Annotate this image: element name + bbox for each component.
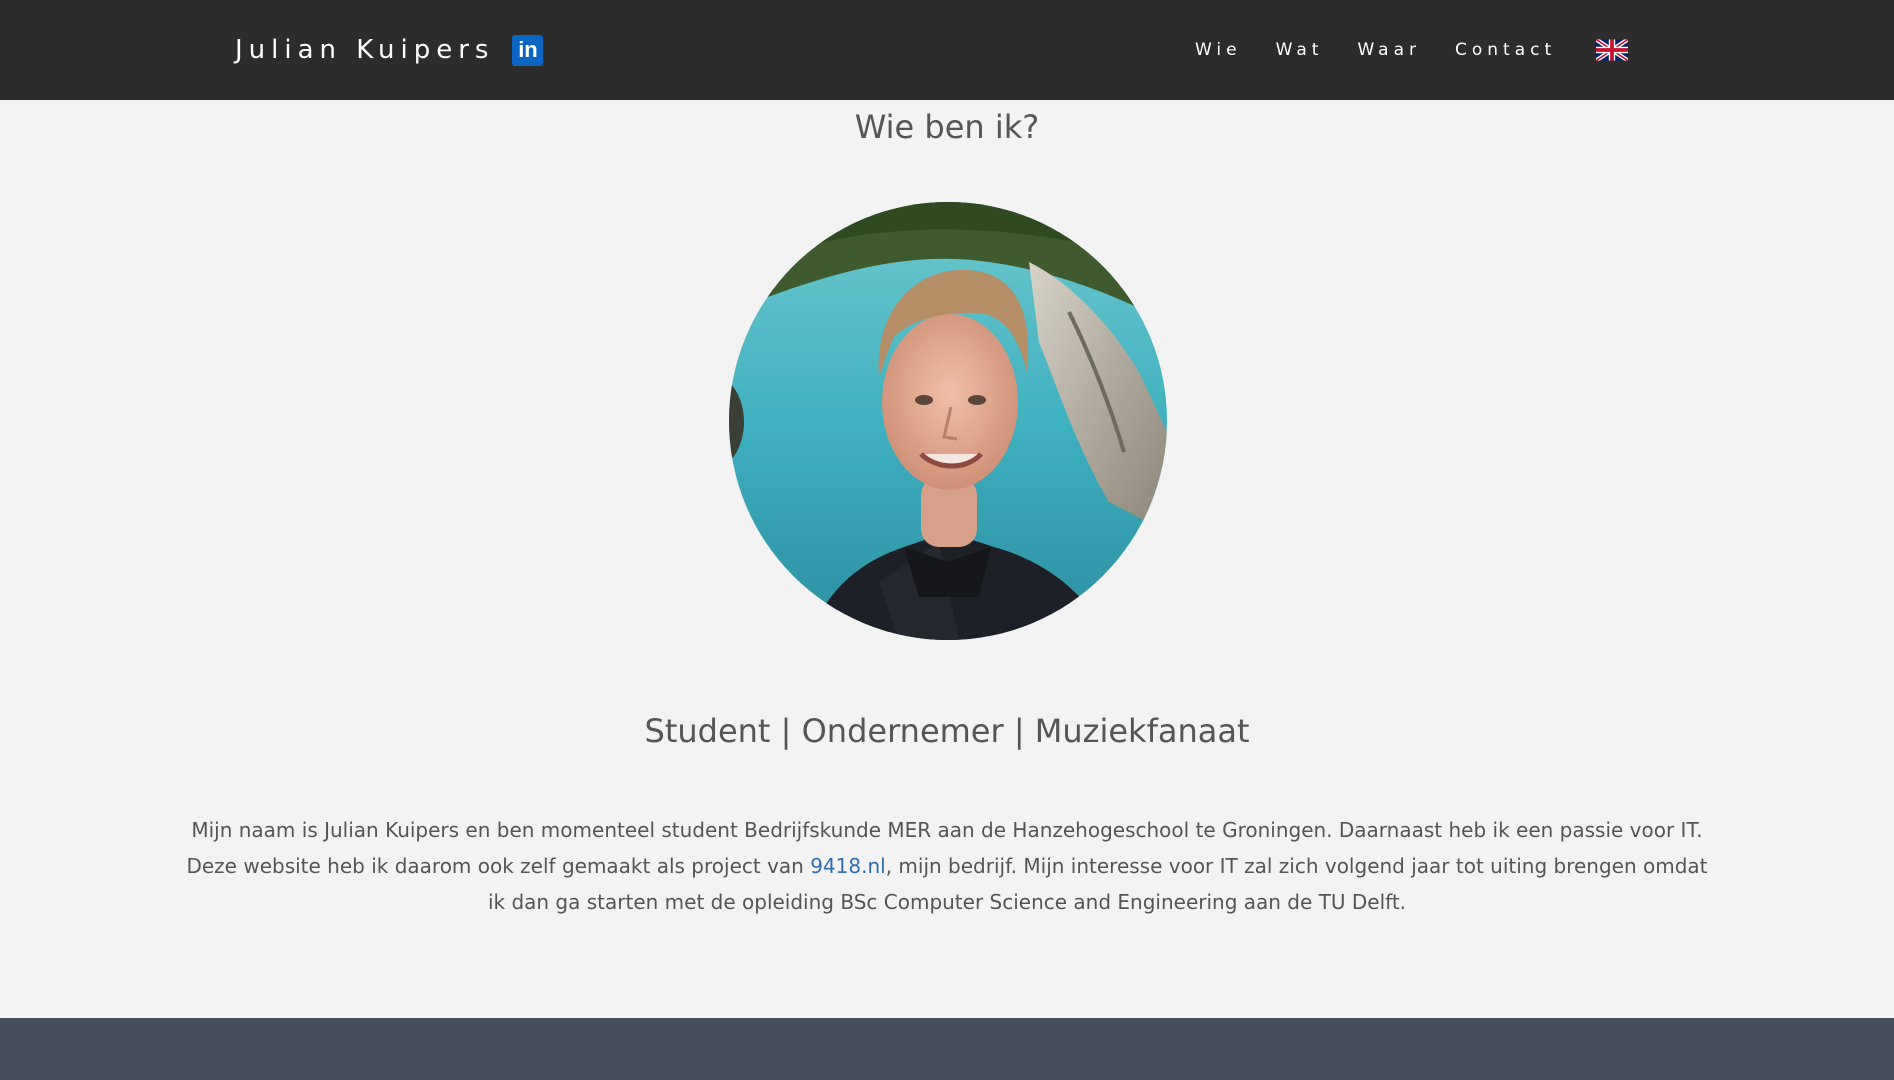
nav-link-waar[interactable]: Waar: [1357, 40, 1421, 60]
nav-link-wie[interactable]: Wie: [1195, 40, 1242, 60]
brand-name[interactable]: Julian Kuipers: [235, 35, 494, 65]
tagline: Student | Ondernemer | Muziekfanaat: [644, 712, 1250, 750]
nav-link-contact[interactable]: Contact: [1455, 40, 1556, 60]
section-title: Wie ben ik?: [854, 108, 1040, 146]
nav-link-wat[interactable]: Wat: [1276, 40, 1324, 60]
company-link[interactable]: 9418.nl: [810, 854, 886, 878]
brand: Julian Kuipers in: [235, 32, 544, 68]
profile-photo: [729, 202, 1167, 640]
navbar: Julian Kuipers in Wie Wat Waar Contact: [0, 0, 1894, 100]
next-section-band: [0, 1018, 1894, 1080]
uk-flag-icon[interactable]: [1596, 39, 1629, 61]
linkedin-icon[interactable]: in: [512, 34, 544, 66]
bio-paragraph: Mijn naam is Julian Kuipers en ben momen…: [180, 812, 1714, 920]
nav-menu: Wie Wat Waar Contact: [1195, 0, 1629, 100]
